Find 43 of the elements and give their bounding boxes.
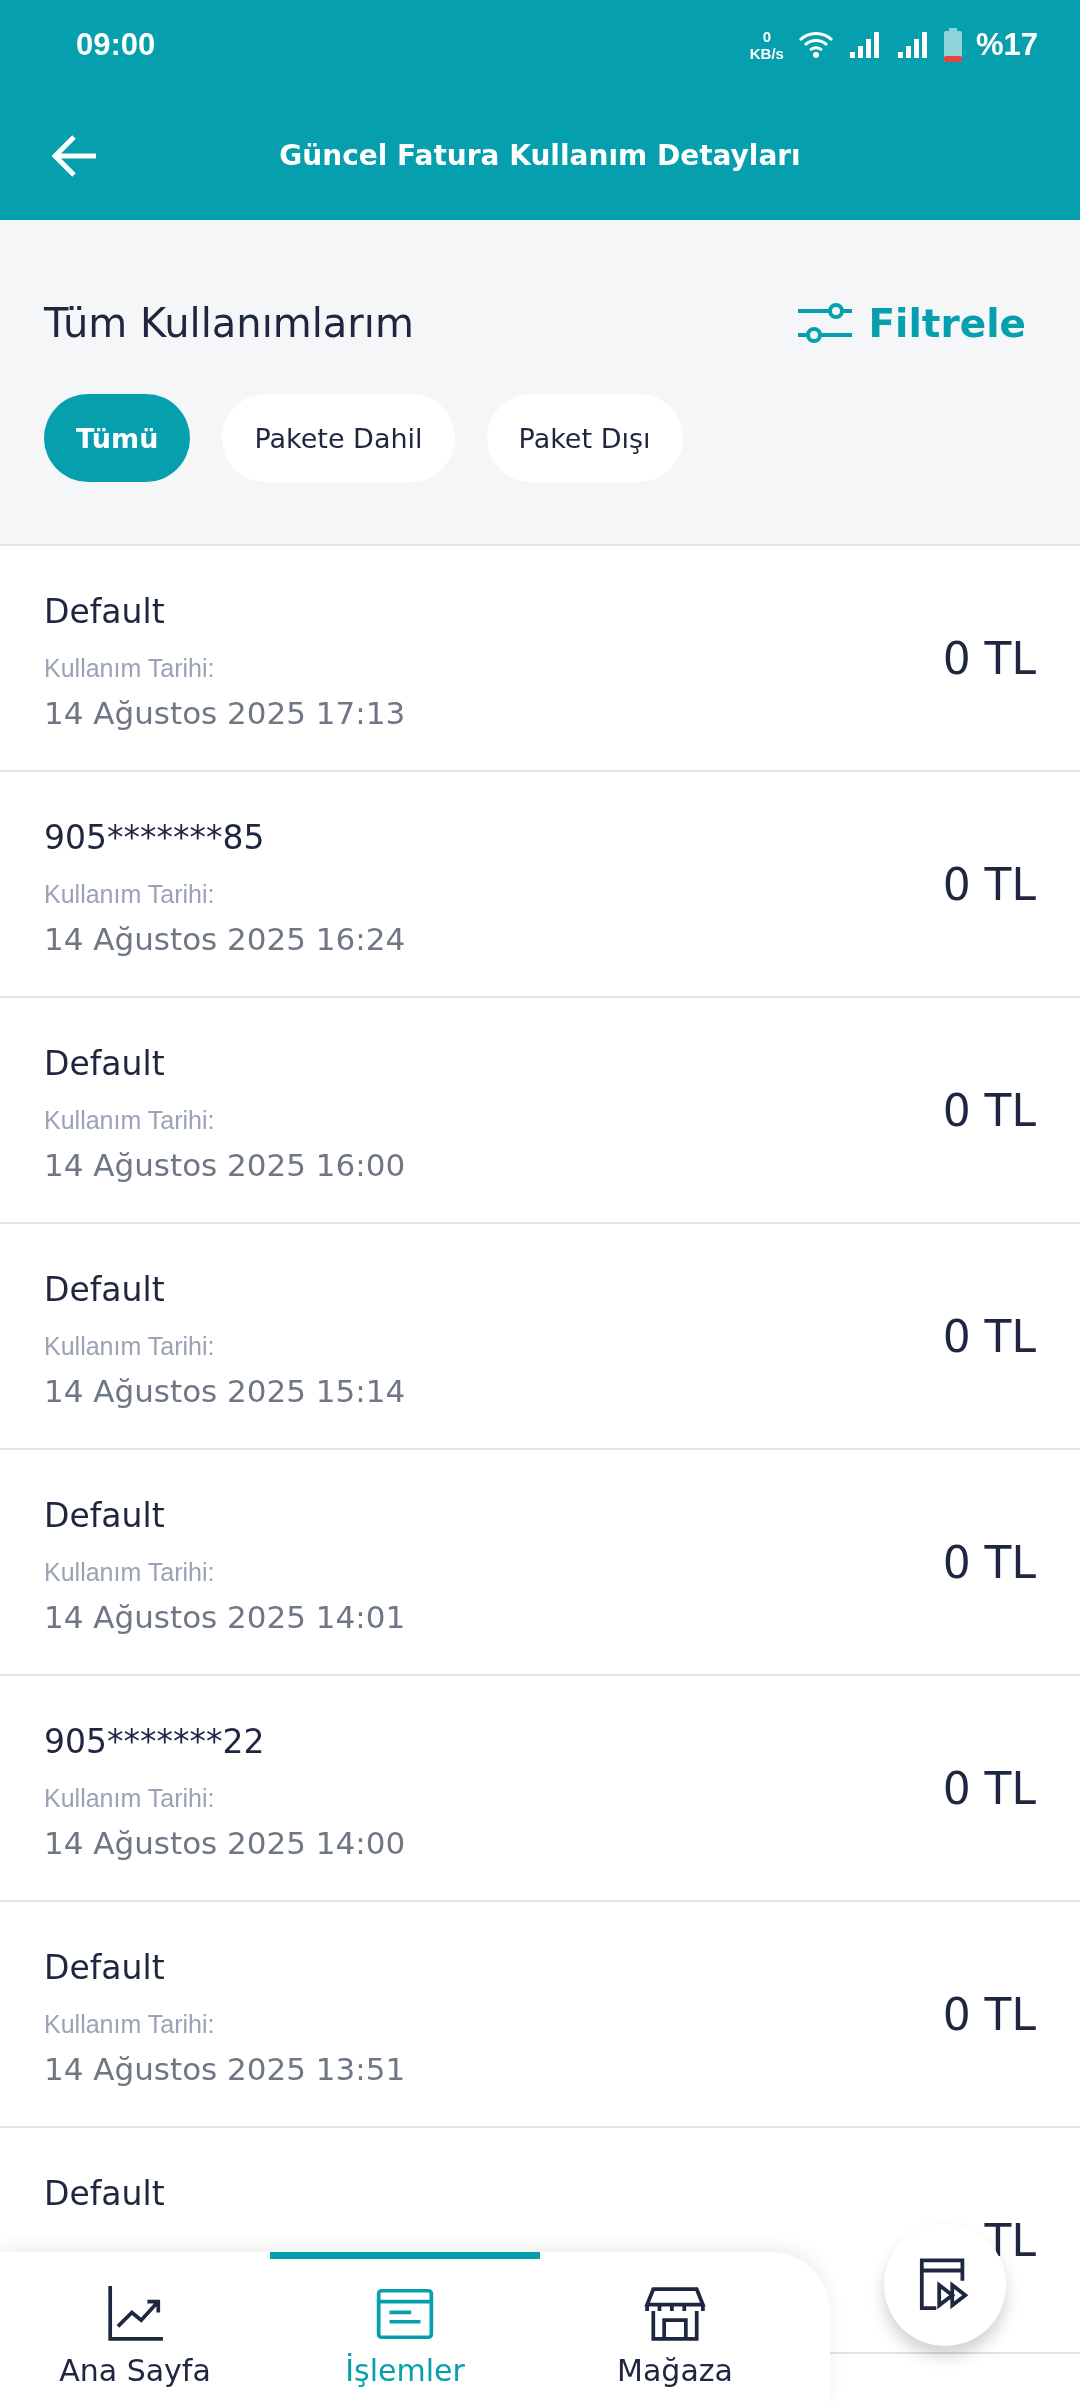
usage-date: 14 Ağustos 2025 13:51 [44,2051,406,2087]
usage-date: 14 Ağustos 2025 17:13 [44,695,406,731]
usage-title: Default [44,1948,166,1988]
section-title: Tüm Kullanımlarım [44,300,414,346]
usage-date: 14 Ağustos 2025 14:01 [44,1599,406,1635]
wifi-icon [797,30,834,60]
usage-amount: TL [984,2214,1036,2266]
usage-date: 14 Ağustos 2025 15:14 [44,1373,406,1409]
filter-chip[interactable]: Paket Dışı [486,394,683,482]
date-label: Kullanım Tarihi: [44,1558,216,1587]
usage-amount: 0 TL [942,1536,1036,1588]
nav-tab[interactable]: Ana Sayfa [0,2252,270,2408]
usage-title: Default [44,592,166,632]
status-time: 09:00 [76,27,156,63]
signal-icon [847,30,882,60]
usage-date: 14 Ağustos 2025 16:00 [44,1147,406,1183]
usage-amount: 0 TL [942,1310,1036,1362]
filter-chip[interactable]: Pakete Dahil [222,394,455,482]
signal-icon [895,30,930,60]
date-label: Kullanım Tarihi: [44,1106,216,1135]
date-label: Kullanım Tarihi: [44,2010,216,2039]
usage-date: 14 Ağustos 2025 16:24 [44,921,406,957]
usage-amount: 0 TL [942,1988,1036,2040]
usage-title: Default [44,2174,165,2214]
usage-title: 905*******22 [44,1722,266,1762]
usage-date: 14 Ağustos 2025 14:00 [44,1825,406,1861]
date-label: Kullanım Tarihi: [44,1784,216,1813]
nav-tab[interactable]: Mağaza [540,2252,810,2408]
network-speed: 0 KB/s [749,28,784,62]
usage-amount: 0 TL [942,1084,1036,1136]
date-label: Kullanım Tarihi: [44,1332,216,1361]
page-title: Güncel Fatura Kullanım Detayları [279,138,801,172]
usage-title: 905*******85 [44,818,266,858]
usage-title: Default [44,1044,166,1084]
battery-percent: %17 [975,27,1038,63]
date-label: Kullanım Tarihi: [44,880,216,909]
usage-amount: 0 TL [942,632,1036,684]
date-label: Kullanım Tarihi: [44,654,216,683]
battery-icon [943,28,962,62]
usage-title: Default [44,1496,166,1536]
usage-amount: 0 TL [942,1762,1036,1814]
usage-amount: 0 TL [942,858,1036,910]
usage-title: Default [44,1270,166,1310]
